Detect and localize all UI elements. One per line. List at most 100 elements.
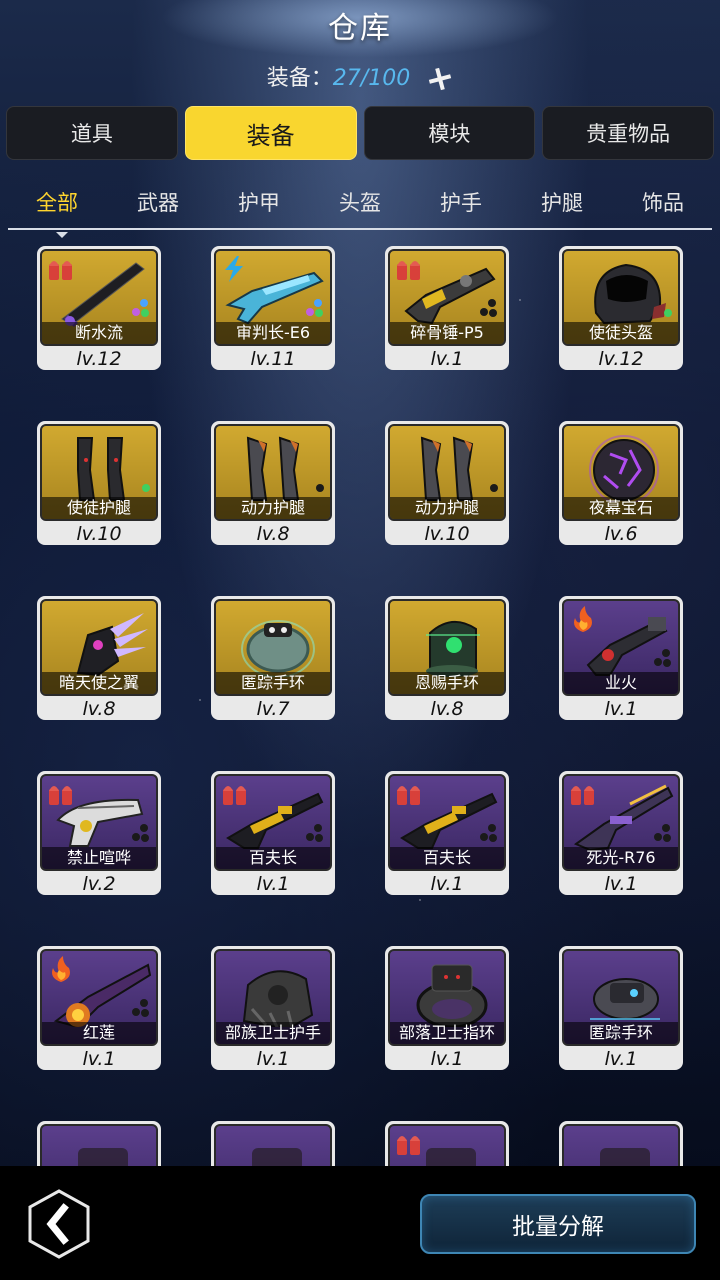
tab-equipment[interactable]: 装备 — [184, 106, 357, 160]
capacity-indicator: 装备：27/100 — [0, 60, 720, 92]
inventory-item-card[interactable]: 死光-R76 lv.1 — [559, 771, 683, 895]
inventory-item-card[interactable]: 恩赐手环 lv.8 — [385, 596, 509, 720]
inventory-item-card[interactable]: 匿踪手环 lv.7 — [211, 596, 335, 720]
inventory-item-card[interactable]: 夜幕宝石 lv.6 — [559, 421, 683, 545]
inventory-item-card[interactable]: 禁止喧哗 lv.2 — [37, 771, 161, 895]
item-level: lv.8 — [256, 523, 290, 545]
item-name: 暗天使之翼 — [42, 672, 156, 694]
item-gem-icon — [589, 435, 659, 502]
filter-all[interactable]: 全部 — [36, 184, 78, 238]
tab-items[interactable]: 道具 — [6, 106, 178, 160]
item-level: lv.2 — [82, 873, 116, 895]
inventory-item-card[interactable]: 百夫长 lv.1 — [385, 771, 509, 895]
item-image-panel: 碎骨锤-P5 — [388, 249, 506, 346]
item-image-panel: 部落卫士指环 — [388, 949, 506, 1046]
item-image-panel — [388, 1124, 506, 1166]
inventory-grid-viewport[interactable]: 断水流 lv.12 审判长-E6 lv.11 碎骨锤-P5 lv.1 使徒头盔 lv.12 使徒… — [0, 234, 720, 1166]
inventory-item-card[interactable]: 暗天使之翼 lv.8 — [37, 596, 161, 720]
item-name: 夜幕宝石 — [564, 497, 678, 519]
filter-armor[interactable]: 护甲 — [238, 184, 280, 228]
item-card-frame — [385, 1121, 509, 1166]
item-image-panel: 百夫长 — [388, 774, 506, 871]
item-image-panel: 匿踪手环 — [562, 949, 680, 1046]
item-bracelet-tech-icon — [590, 978, 660, 1020]
inventory-item-card[interactable]: 部落卫士指环 lv.1 — [385, 946, 509, 1070]
main-tabs: 道具 装备 模块 贵重物品 — [6, 106, 714, 160]
capacity-value: 27/100 — [332, 66, 411, 91]
socket-slots-icon — [142, 484, 150, 492]
item-image-panel: 百夫长 — [214, 774, 332, 871]
inventory-item-card[interactable] — [385, 1121, 509, 1166]
item-level: lv.1 — [604, 698, 638, 720]
item-name: 业火 — [564, 672, 678, 694]
item-bracelet-teal-icon — [241, 620, 315, 677]
lightning-badge-icon — [225, 256, 243, 282]
item-card-frame — [211, 1121, 335, 1166]
filter-accessories[interactable]: 饰品 — [642, 184, 684, 228]
inventory-item-card[interactable]: 断水流 lv.12 — [37, 246, 161, 370]
tab-valuables[interactable]: 贵重物品 — [542, 106, 714, 160]
item-level: lv.1 — [82, 1048, 116, 1070]
item-name: 审判长-E6 — [216, 322, 330, 344]
back-arrow-icon[interactable] — [26, 1188, 92, 1260]
filter-helmets[interactable]: 头盔 — [339, 184, 381, 228]
item-name: 禁止喧哗 — [42, 847, 156, 869]
item-card-frame — [559, 1121, 683, 1166]
inventory-item-card[interactable] — [37, 1121, 161, 1166]
inventory-item-card[interactable] — [211, 1121, 335, 1166]
socket-slots-icon — [480, 299, 497, 317]
inventory-item-card[interactable]: 百夫长 lv.1 — [211, 771, 335, 895]
item-name: 使徒护腿 — [42, 497, 156, 519]
item-level: lv.1 — [256, 1048, 290, 1070]
item-image-panel: 禁止喧哗 — [40, 774, 158, 871]
item-image-panel: 断水流 — [40, 249, 158, 346]
item-name: 死光-R76 — [564, 847, 678, 869]
batch-decompose-button[interactable]: 批量分解 — [420, 1194, 696, 1254]
inventory-item-card[interactable]: 审判长-E6 lv.11 — [211, 246, 335, 370]
item-image-panel: 使徒护腿 — [40, 424, 158, 521]
plus-icon[interactable] — [427, 66, 453, 92]
item-name: 百夫长 — [390, 847, 504, 869]
socket-slots-icon — [306, 824, 323, 842]
item-partial-icon — [78, 1148, 128, 1166]
item-image-panel: 业火 — [562, 599, 680, 696]
inventory-item-card[interactable]: 使徒头盔 lv.12 — [559, 246, 683, 370]
inventory-item-card[interactable]: 使徒护腿 lv.10 — [37, 421, 161, 545]
ammo-badge-icon — [397, 1136, 420, 1155]
item-image-panel: 暗天使之翼 — [40, 599, 158, 696]
inventory-item-card[interactable]: 动力护腿 lv.10 — [385, 421, 509, 545]
item-partial-icon — [252, 1148, 302, 1166]
tab-modules[interactable]: 模块 — [363, 106, 536, 160]
inventory-item-card[interactable]: 碎骨锤-P5 lv.1 — [385, 246, 509, 370]
item-image-panel: 审判长-E6 — [214, 249, 332, 346]
inventory-item-card[interactable]: 部族卫士护手 lv.1 — [211, 946, 335, 1070]
item-name: 恩赐手环 — [390, 672, 504, 694]
item-level: lv.1 — [604, 873, 638, 895]
item-level: lv.10 — [424, 523, 470, 545]
filter-gloves[interactable]: 护手 — [440, 184, 482, 228]
inventory-item-card[interactable]: 动力护腿 lv.8 — [211, 421, 335, 545]
item-bracelet-green-icon — [426, 621, 480, 677]
category-filter-tabs: 全部 武器 护甲 头盔 护手 护腿 饰品 — [8, 184, 712, 238]
socket-slots-icon — [654, 649, 671, 667]
page-title: 仓库 — [328, 11, 392, 46]
socket-slots-icon — [316, 484, 324, 492]
item-image-panel — [214, 1124, 332, 1166]
inventory-item-card[interactable]: 匿踪手环 lv.1 — [559, 946, 683, 1070]
item-level: lv.8 — [82, 698, 116, 720]
socket-slots-icon — [480, 824, 497, 842]
filter-leggings[interactable]: 护腿 — [541, 184, 583, 228]
title-bar: 仓库 — [0, 0, 720, 58]
item-card-frame — [37, 1121, 161, 1166]
item-level: lv.1 — [430, 348, 464, 370]
filter-weapons[interactable]: 武器 — [137, 184, 179, 228]
item-partial-icon — [600, 1148, 650, 1166]
item-level: lv.1 — [256, 873, 290, 895]
item-name: 断水流 — [42, 322, 156, 344]
inventory-item-card[interactable] — [559, 1121, 683, 1166]
item-name: 部族卫士护手 — [216, 1022, 330, 1044]
inventory-item-card[interactable]: 红莲 lv.1 — [37, 946, 161, 1070]
item-name: 动力护腿 — [390, 497, 504, 519]
bottom-bar: 批量分解 — [0, 1166, 720, 1280]
inventory-item-card[interactable]: 业火 lv.1 — [559, 596, 683, 720]
